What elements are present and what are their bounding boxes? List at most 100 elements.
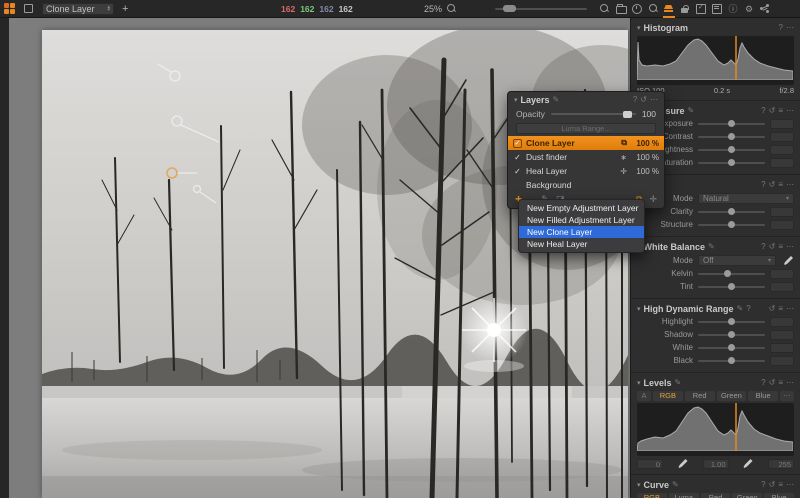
library-icon[interactable] [616, 4, 627, 14]
help-icon[interactable]: ? [779, 23, 783, 32]
levels-tab-red[interactable]: Red [684, 391, 715, 401]
reset-icon[interactable]: ↺ [769, 106, 776, 115]
menu-item-new-clone-layer[interactable]: New Clone Layer [519, 226, 644, 238]
white-point-picker-icon[interactable] [742, 458, 754, 469]
more-icon[interactable]: ⋯ [786, 23, 794, 32]
curve-tab-rgb[interactable]: RGB [637, 493, 667, 498]
black-value[interactable] [770, 355, 794, 366]
more-icon[interactable]: ⋯ [650, 95, 658, 104]
chevron-down-icon[interactable]: ▾ [637, 379, 641, 387]
layer-checkbox-checked-icon[interactable]: ✓ [513, 138, 522, 148]
preset-icon[interactable]: ≡ [778, 242, 783, 251]
reset-icon[interactable]: ↺ [769, 480, 776, 489]
reset-icon[interactable]: ↺ [769, 378, 776, 387]
gear-icon[interactable]: ⚙ [744, 4, 754, 14]
lock-icon[interactable] [680, 4, 690, 14]
more-icon[interactable]: ⋯ [786, 106, 794, 115]
layer-row-dust[interactable]: ✓ Dust finder ∗ 100 % [508, 150, 664, 164]
history-icon[interactable] [632, 4, 642, 14]
contrast-slider[interactable] [698, 133, 765, 140]
reset-icon[interactable]: ↺ [769, 242, 776, 251]
layer-opacity-slider[interactable] [550, 110, 636, 118]
info-icon[interactable]: ⓘ [728, 4, 738, 14]
brush-icon[interactable]: ✎ [672, 480, 679, 489]
levels-histogram[interactable] [636, 403, 794, 456]
more-icon[interactable]: ⋯ [786, 242, 794, 251]
structure-slider[interactable] [698, 221, 765, 228]
levels-options-button[interactable]: ⋯ [780, 391, 794, 401]
brush-icon[interactable]: ✎ [708, 242, 715, 251]
saturation-value[interactable] [770, 157, 794, 168]
stepper-icon[interactable]: ▴ ▾ [107, 4, 110, 12]
preset-icon[interactable]: ≡ [778, 304, 783, 313]
clarity-value[interactable] [770, 206, 794, 217]
levels-tab-rgb[interactable]: RGB [653, 391, 683, 401]
shadow-value[interactable] [770, 329, 794, 340]
black-slider[interactable] [698, 357, 765, 364]
white-slider[interactable] [698, 344, 765, 351]
zoom-slider[interactable] [495, 5, 587, 12]
white-value[interactable] [770, 342, 794, 353]
help-icon[interactable]: ? [746, 304, 750, 313]
layer-check-icon[interactable]: ✓ [513, 167, 522, 176]
tool-tabs-grid-icon[interactable] [4, 3, 15, 14]
chevron-down-icon[interactable]: ▾ [637, 481, 641, 489]
preset-icon[interactable]: ≡ [778, 180, 783, 189]
adjustments-icon[interactable] [712, 4, 722, 14]
brush-icon[interactable]: ✎ [553, 95, 560, 104]
brightness-value[interactable] [770, 144, 794, 155]
help-icon[interactable]: ? [633, 95, 637, 104]
more-icon[interactable]: ⋯ [786, 180, 794, 189]
share-icon[interactable] [760, 4, 770, 14]
curve-tab-luma[interactable]: Luma [668, 493, 699, 498]
zoom-slider-handle[interactable] [503, 5, 516, 12]
layer-row-clone[interactable]: ✓ Clone Layer ⧉ 100 % [508, 136, 664, 150]
help-icon[interactable]: ? [761, 180, 765, 189]
menu-item-new-filled-adjustment-layer[interactable]: New Filled Adjustment Layer [519, 214, 644, 226]
reset-icon[interactable]: ↺ [640, 95, 647, 104]
kelvin-value[interactable] [770, 268, 794, 279]
layer-row-heal[interactable]: ✓ Heal Layer ✛ 100 % [508, 164, 664, 178]
add-layer-button[interactable]: + [122, 3, 128, 14]
wb-mode-dropdown[interactable]: Off ▾ [698, 254, 776, 266]
viewer-tool-icon[interactable] [24, 4, 33, 13]
clarity-method-dropdown[interactable]: Natural ▾ [698, 192, 794, 204]
brush-icon[interactable]: ✎ [675, 378, 682, 387]
highlight-slider[interactable] [698, 318, 765, 325]
structure-value[interactable] [770, 219, 794, 230]
levels-tab-green[interactable]: Green [716, 391, 747, 401]
layer-row-background[interactable]: Background [508, 178, 664, 192]
chevron-down-icon[interactable]: ▾ [637, 24, 641, 32]
search-icon[interactable] [648, 4, 658, 13]
preset-icon[interactable]: ≡ [778, 480, 783, 489]
luma-range-button[interactable]: Luma Range... [516, 123, 656, 134]
layer-check-icon[interactable]: ✓ [513, 153, 522, 162]
help-icon[interactable]: ? [761, 242, 765, 251]
levels-tab-blue[interactable]: Blue [748, 391, 778, 401]
black-point-picker-icon[interactable] [677, 458, 689, 469]
curve-tab-blue[interactable]: Blue [764, 493, 794, 498]
help-icon[interactable]: ? [761, 378, 765, 387]
exposure-slider[interactable] [698, 120, 765, 127]
menu-item-new-heal-layer[interactable]: New Heal Layer [519, 238, 644, 250]
chevron-down-icon[interactable]: ▾ [637, 305, 641, 313]
tint-value[interactable] [770, 281, 794, 292]
brush-icon[interactable]: ✎ [688, 106, 695, 115]
reset-icon[interactable]: ↺ [769, 180, 776, 189]
levels-highlight-value[interactable]: 255 [768, 458, 794, 469]
menu-item-new-empty-adjustment-layer[interactable]: New Empty Adjustment Layer [519, 202, 644, 214]
layer-selector-dropdown[interactable]: Clone Layer ▴ ▾ [42, 2, 114, 15]
more-icon[interactable]: ⋯ [786, 304, 794, 313]
curve-tab-red[interactable]: Red [700, 493, 731, 498]
curve-tab-green[interactable]: Green [732, 493, 763, 498]
clarity-slider[interactable] [698, 208, 765, 215]
exposure-value[interactable] [770, 118, 794, 129]
brush-icon[interactable]: ✎ [737, 304, 744, 313]
levels-mid-value[interactable]: 1.00 [702, 458, 729, 469]
zoom-out-icon[interactable] [447, 4, 456, 13]
brightness-slider[interactable] [698, 146, 765, 153]
wb-eyedropper-icon[interactable] [783, 255, 794, 266]
adjustments-stack-icon[interactable] [663, 4, 675, 18]
levels-shadow-value[interactable]: 0 [637, 458, 663, 469]
help-icon[interactable]: ? [761, 480, 765, 489]
